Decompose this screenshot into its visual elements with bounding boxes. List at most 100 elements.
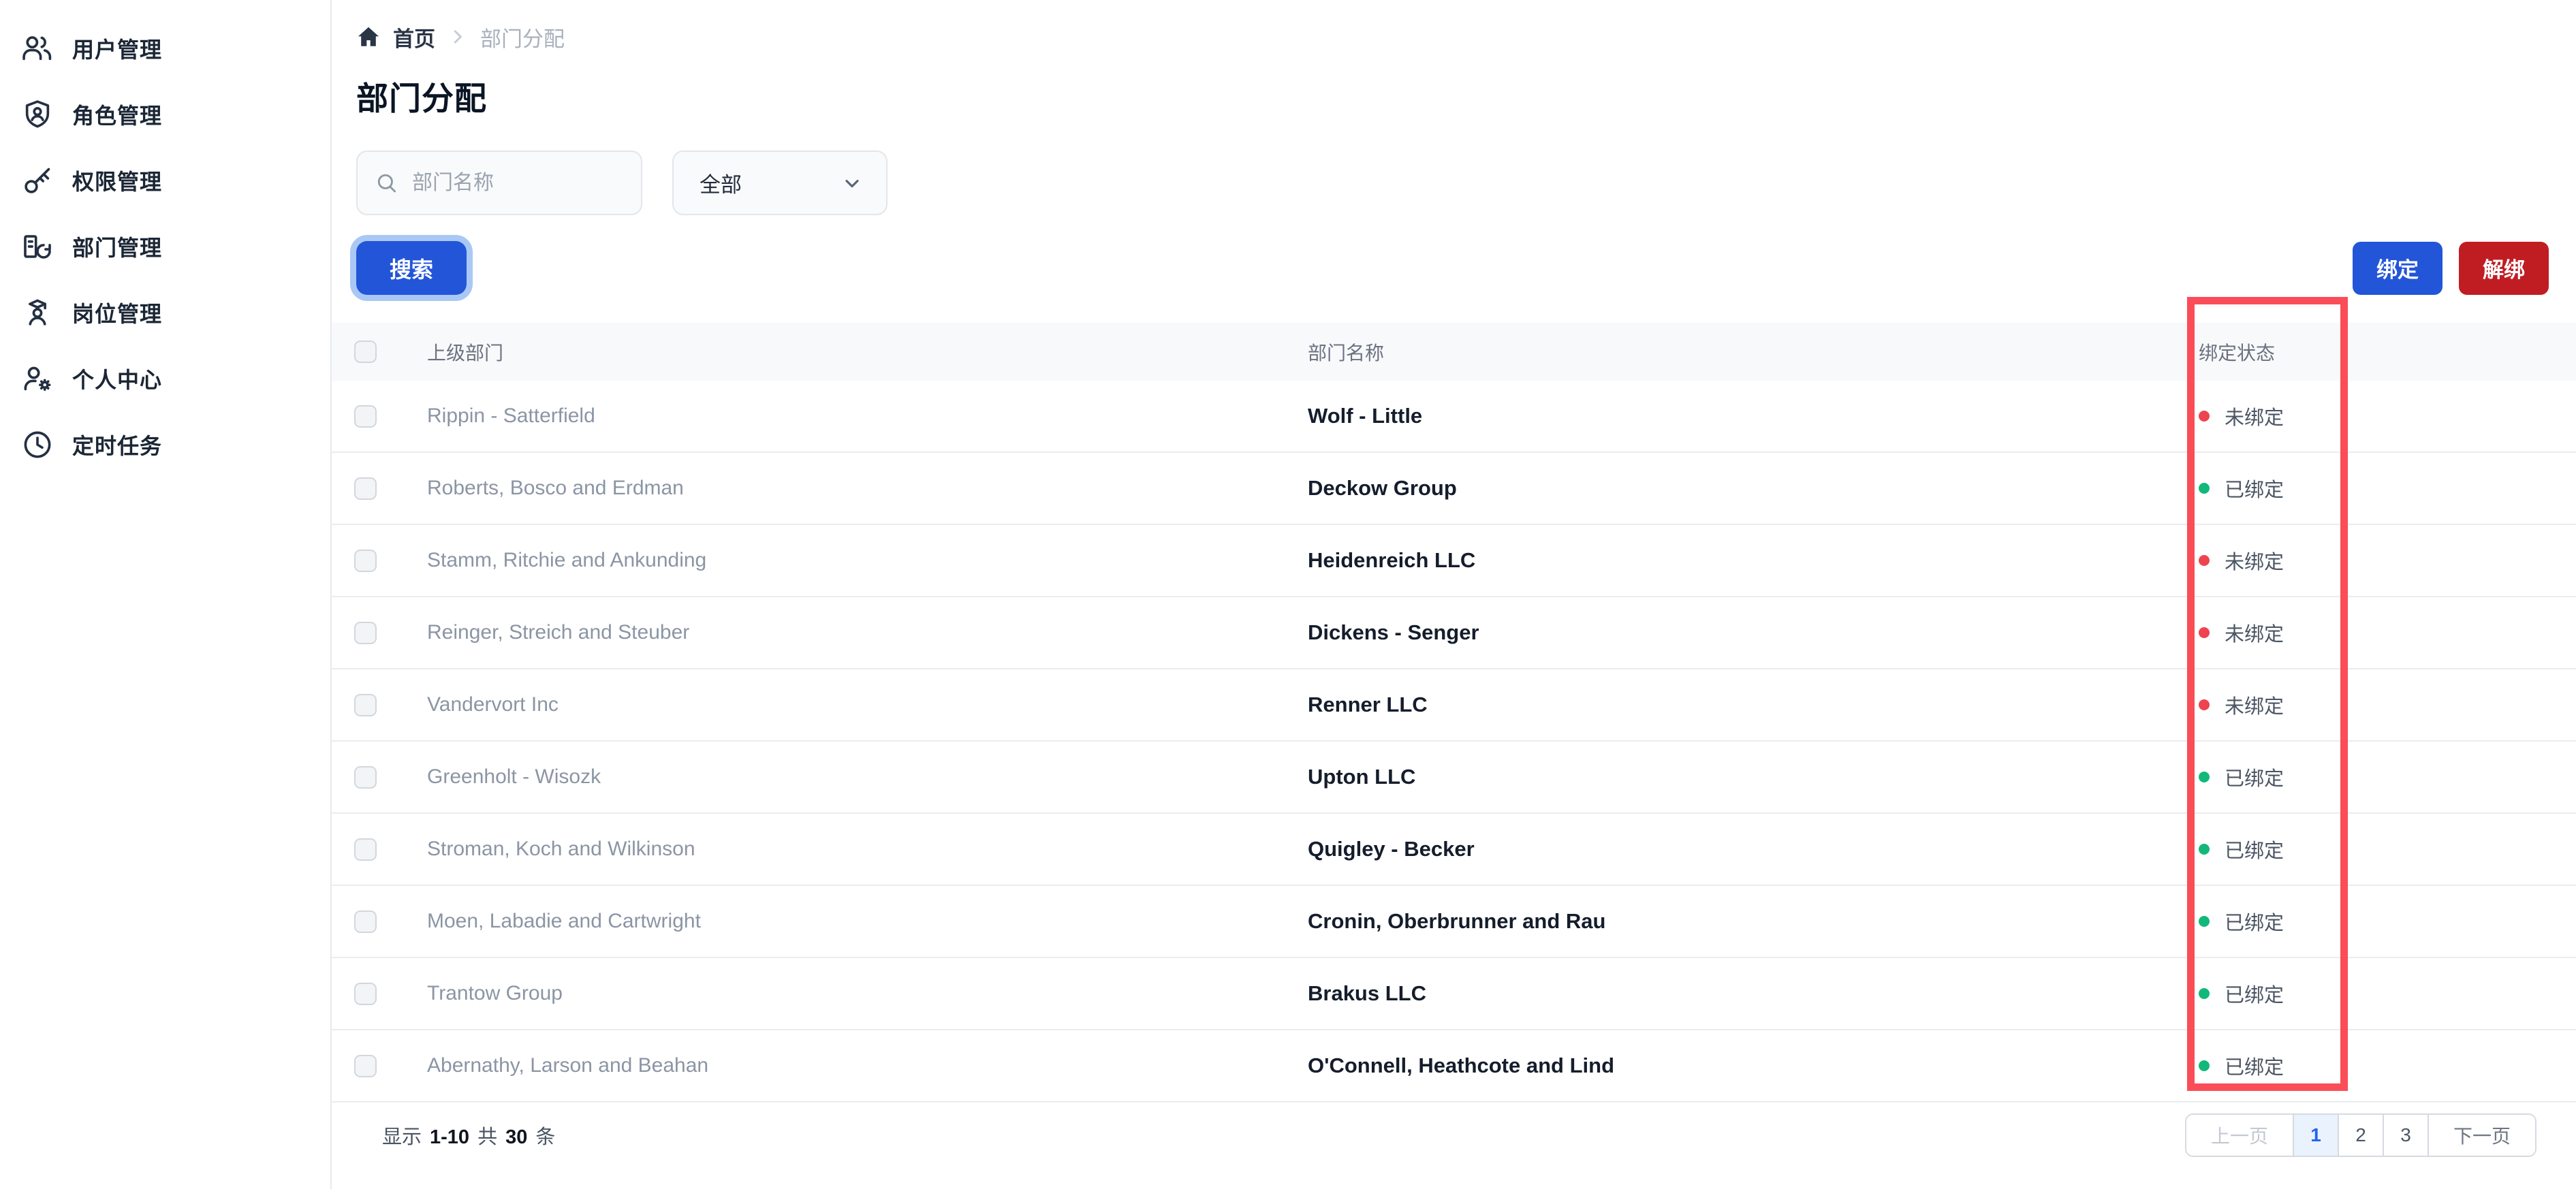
summary-total: 30 [505, 1126, 528, 1148]
breadcrumb: 首页 部门分配 [332, 20, 2576, 53]
search-input[interactable] [412, 171, 623, 195]
table-row[interactable]: Reinger, Streich and Steuber Dickens - S… [332, 597, 2576, 669]
summary-prefix: 显示 [382, 1126, 422, 1148]
binding-status-cell: 已绑定 [2199, 1051, 2576, 1080]
sidebar-item-permission-management[interactable]: 权限管理 [0, 147, 330, 213]
status-label: 未绑定 [2225, 552, 2284, 573]
parent-department-cell: Stroman, Koch and Wilkinson [427, 838, 695, 860]
search-button[interactable]: 搜索 [356, 241, 467, 295]
pagination-summary: 显示 1-10 共 30 条 [382, 1121, 555, 1150]
sidebar-item-scheduled-tasks[interactable]: 定时任务 [0, 411, 330, 477]
binding-status-cell: 已绑定 [2199, 474, 2576, 503]
status-dot-icon [2199, 699, 2210, 710]
status-dot-icon [2199, 844, 2210, 855]
binding-status-cell: 未绑定 [2199, 402, 2576, 430]
app-root: 用户管理 角色管理 权限管理 部门管理 岗位管理 个人中心 定时任务 首页 部门… [0, 0, 2576, 1189]
department-name-cell: Upton LLC [1308, 765, 1416, 789]
sidebar-item-label: 用户管理 [72, 37, 163, 62]
department-name-cell: O'Connell, Heathcote and Lind [1308, 1053, 1614, 1077]
sidebar-item-role-management[interactable]: 角色管理 [0, 81, 330, 147]
binding-status-cell: 已绑定 [2199, 907, 2576, 936]
table-row[interactable]: Stroman, Koch and Wilkinson Quigley - Be… [332, 814, 2576, 886]
row-checkbox[interactable] [354, 838, 377, 861]
row-checkbox[interactable] [354, 405, 377, 428]
main-content: 首页 部门分配 部门分配 全部 搜索 绑定 解绑 [332, 0, 2576, 1189]
filter-bar: 全部 [332, 150, 2576, 215]
shield-user-icon [22, 99, 53, 130]
departments-table: 上级部门 部门名称 绑定状态 Rippin - Satterfield Wolf… [332, 323, 2576, 1103]
table-row[interactable]: Trantow Group Brakus LLC 已绑定 [332, 958, 2576, 1030]
page-button-1[interactable]: 1 [2292, 1115, 2338, 1156]
bind-button[interactable]: 绑定 [2353, 241, 2443, 295]
row-checkbox[interactable] [354, 693, 377, 716]
department-name-cell: Dickens - Senger [1308, 620, 1479, 644]
search-icon [377, 174, 396, 192]
sidebar-item-label: 岗位管理 [72, 301, 163, 326]
next-page-button[interactable]: 下一页 [2427, 1115, 2535, 1156]
breadcrumb-current: 部门分配 [480, 27, 565, 51]
table-row[interactable]: Moen, Labadie and Cartwright Cronin, Obe… [332, 886, 2576, 958]
parent-department-cell: Vandervort Inc [427, 693, 559, 716]
row-checkbox[interactable] [354, 910, 377, 933]
chevron-right-icon [454, 30, 462, 44]
select-value: 全部 [700, 173, 742, 197]
row-checkbox[interactable] [354, 1054, 377, 1077]
table-row[interactable]: Roberts, Bosco and Erdman Deckow Group 已… [332, 453, 2576, 525]
status-label: 已绑定 [2225, 1057, 2284, 1079]
unbind-button[interactable]: 解绑 [2459, 241, 2549, 295]
page-button-2[interactable]: 2 [2337, 1115, 2383, 1156]
status-label: 未绑定 [2225, 696, 2284, 718]
parent-department-cell: Stamm, Ritchie and Ankunding [427, 549, 707, 571]
binding-status-cell: 已绑定 [2199, 835, 2576, 863]
clock-icon [22, 429, 53, 460]
status-label: 已绑定 [2225, 840, 2284, 862]
department-name-cell: Heidenreich LLC [1308, 548, 1476, 572]
binding-status-cell: 未绑定 [2199, 546, 2576, 575]
page-button-3[interactable]: 3 [2382, 1115, 2428, 1156]
breadcrumb-home[interactable]: 首页 [393, 22, 435, 52]
table-row[interactable]: Vandervort Inc Renner LLC 未绑定 [332, 669, 2576, 742]
status-dot-icon [2199, 916, 2210, 927]
home-icon[interactable] [356, 25, 381, 49]
bulk-actions: 绑定 解绑 [2353, 241, 2549, 295]
select-all-checkbox[interactable] [354, 340, 377, 363]
table-row[interactable]: Stamm, Ritchie and Ankunding Heidenreich… [332, 525, 2576, 597]
table-row[interactable]: Rippin - Satterfield Wolf - Little 未绑定 [332, 381, 2576, 453]
sidebar-item-label: 个人中心 [72, 367, 163, 392]
users-icon [22, 33, 53, 64]
sidebar-item-label: 部门管理 [72, 235, 163, 260]
pagination: 上一页 1 2 3 下一页 [2184, 1113, 2536, 1157]
row-checkbox[interactable] [354, 765, 377, 789]
table-row[interactable]: Abernathy, Larson and Beahan O'Connell, … [332, 1030, 2576, 1103]
parent-department-cell: Abernathy, Larson and Beahan [427, 1054, 709, 1077]
column-header-name: 部门名称 [1308, 342, 1385, 364]
status-label: 已绑定 [2225, 985, 2284, 1006]
status-dot-icon [2199, 411, 2210, 422]
sidebar-item-label: 权限管理 [72, 169, 163, 194]
parent-department-cell: Roberts, Bosco and Erdman [427, 477, 684, 499]
column-header-status: 绑定状态 [2199, 342, 2276, 364]
department-name-cell: Wolf - Little [1308, 404, 1423, 428]
table-footer: 显示 1-10 共 30 条 上一页 1 2 3 下一页 [332, 1103, 2576, 1168]
department-search-field[interactable] [356, 150, 642, 215]
table-row[interactable]: Greenholt - Wisozk Upton LLC 已绑定 [332, 742, 2576, 814]
sidebar-item-personal-center[interactable]: 个人中心 [0, 345, 330, 411]
column-header-parent: 上级部门 [427, 342, 504, 364]
prev-page-button[interactable]: 上一页 [2186, 1115, 2293, 1156]
row-checkbox[interactable] [354, 621, 377, 644]
sidebar-item-department-management[interactable]: 部门管理 [0, 213, 330, 279]
sidebar-item-position-management[interactable]: 岗位管理 [0, 279, 330, 345]
status-dot-icon [2199, 772, 2210, 782]
department-name-cell: Deckow Group [1308, 476, 1457, 500]
binding-status-cell: 已绑定 [2199, 763, 2576, 791]
status-filter-select[interactable]: 全部 [672, 150, 888, 215]
row-checkbox[interactable] [354, 982, 377, 1005]
row-checkbox[interactable] [354, 477, 377, 500]
status-dot-icon [2199, 483, 2210, 494]
department-icon [22, 231, 53, 262]
status-dot-icon [2199, 627, 2210, 638]
row-checkbox[interactable] [354, 549, 377, 572]
summary-middle: 共 [477, 1126, 498, 1148]
sidebar-item-user-management[interactable]: 用户管理 [0, 15, 330, 81]
status-dot-icon [2199, 1060, 2210, 1071]
